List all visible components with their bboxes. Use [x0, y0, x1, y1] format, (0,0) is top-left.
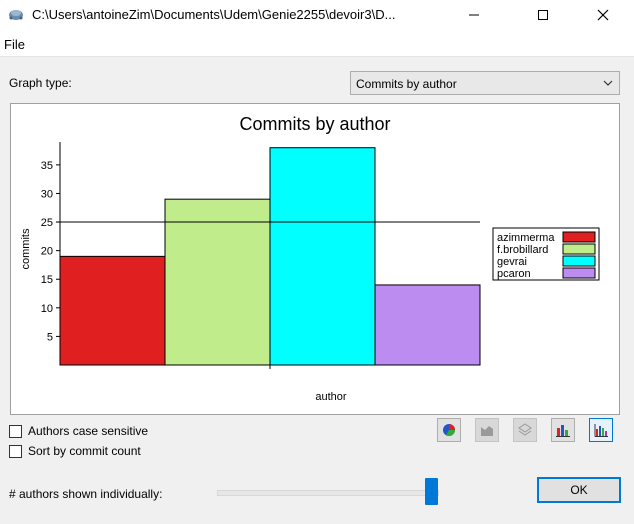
area-chart-icon [481, 426, 493, 436]
window-title: C:\Users\antoineZim\Documents\Udem\Genie… [32, 7, 396, 22]
pie-chart-icon [443, 424, 455, 437]
minimize-icon [469, 14, 479, 16]
y-tick-label: 30 [41, 188, 53, 200]
bar-chart-button[interactable] [551, 418, 575, 442]
y-tick-label: 35 [41, 160, 53, 172]
graph-type-select[interactable]: Commits by author [350, 71, 620, 95]
minimize-button[interactable] [451, 0, 497, 30]
graph-type-value: Commits by author [356, 77, 457, 91]
menu-bar: File [0, 30, 634, 57]
maximize-icon [538, 10, 548, 20]
pie-chart-button[interactable] [437, 418, 461, 442]
close-button[interactable] [580, 0, 626, 30]
close-icon [597, 9, 609, 21]
chevron-down-icon [603, 80, 613, 86]
legend-label: azimmerma [497, 232, 555, 244]
histogram-icon [594, 424, 608, 437]
case-sensitive-checkbox[interactable] [9, 424, 22, 438]
graph-type-label: Graph type: [9, 76, 72, 90]
app-icon [7, 6, 25, 22]
ok-button[interactable]: OK [537, 477, 621, 503]
histogram-button[interactable] [589, 418, 613, 442]
authors-shown-slider-track[interactable] [217, 490, 439, 496]
chart: Commits by author commits author 5 10 15 20… [20, 114, 600, 403]
title-bar: C:\Users\antoineZim\Documents\Udem\Genie… [0, 0, 634, 30]
layered-chart-button[interactable] [513, 418, 537, 442]
legend-label: pcaron [497, 268, 531, 280]
y-tick-label: 25 [41, 217, 53, 229]
sort-by-count-option[interactable]: Sort by commit count [9, 442, 141, 460]
y-tick-label: 10 [41, 303, 53, 315]
sort-by-count-label: Sort by commit count [28, 444, 141, 458]
chart-title: Commits by author [239, 114, 390, 134]
bar-chart-icon [556, 425, 570, 437]
chart-panel: Commits by author commits author 5 10 15 20… [10, 103, 620, 415]
legend-swatch [562, 231, 596, 243]
legend-label: gevrai [497, 256, 527, 268]
maximize-button[interactable] [520, 0, 566, 30]
y-tick-label: 5 [47, 331, 53, 343]
case-sensitive-label: Authors case sensitive [28, 424, 149, 438]
bar [59, 255, 166, 366]
area-chart-button[interactable] [475, 418, 499, 442]
legend-swatch [562, 267, 596, 279]
y-tick-label: 15 [41, 274, 53, 286]
bar [374, 284, 481, 366]
menu-file[interactable]: File [4, 37, 25, 52]
x-axis-label: author [315, 391, 347, 403]
case-sensitive-option[interactable]: Authors case sensitive [9, 422, 148, 440]
bar [164, 198, 271, 366]
legend-swatch [562, 255, 596, 267]
legend-label: f.brobillard [497, 244, 548, 256]
layered-chart-icon [518, 423, 532, 436]
authors-shown-slider-thumb[interactable] [425, 478, 438, 505]
bar [269, 147, 376, 366]
sort-by-count-checkbox[interactable] [9, 444, 22, 458]
y-tick-label: 20 [41, 246, 53, 258]
legend-swatch [562, 243, 596, 255]
y-axis-label: commits [20, 228, 32, 269]
authors-shown-label: # authors shown individually: [9, 487, 163, 501]
